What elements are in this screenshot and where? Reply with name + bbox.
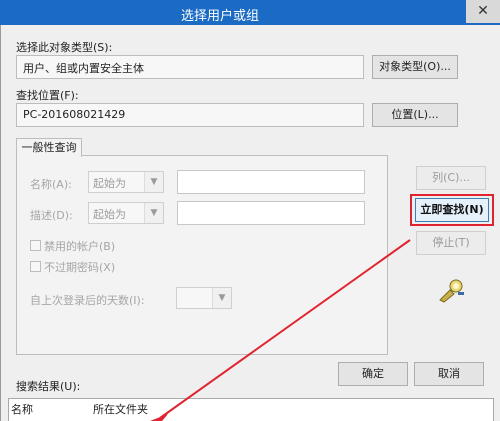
disabled-accounts-checkbox[interactable]	[30, 240, 41, 251]
cancel-button[interactable]: 取消	[414, 362, 484, 386]
close-icon: ✕	[477, 3, 489, 19]
days-since-login-label: 自上次登录后的天数(I):	[30, 294, 145, 307]
description-input[interactable]	[177, 201, 365, 225]
chevron-down-icon: ▼	[144, 203, 163, 223]
locations-button[interactable]: 位置(L)...	[372, 103, 458, 127]
chevron-down-icon: ▼	[144, 172, 163, 192]
location-field: PC-201608021429	[16, 103, 364, 127]
name-label: 名称(A):	[30, 178, 72, 191]
object-type-label: 选择此对象类型(S):	[16, 41, 113, 54]
name-input[interactable]	[177, 170, 365, 194]
object-type-field: 用户、组或内置安全主体	[16, 55, 364, 79]
search-people-icon	[436, 278, 466, 304]
location-label: 查找位置(F):	[16, 89, 79, 102]
ok-button[interactable]: 确定	[338, 362, 408, 386]
name-mode-select[interactable]: 起始为 ▼	[88, 171, 164, 193]
description-mode-value: 起始为	[93, 208, 126, 221]
object-types-button[interactable]: 对象类型(O)...	[372, 55, 458, 79]
window-title: 选择用户或组	[180, 9, 259, 24]
columns-button[interactable]: 列(C)...	[416, 166, 486, 190]
search-results-table[interactable]: 名称 所在文件夹	[8, 398, 494, 421]
stop-button[interactable]: 停止(T)	[416, 231, 486, 255]
disabled-accounts-label: 禁用的帐户(B)	[44, 240, 116, 253]
column-header-name[interactable]: 名称	[11, 401, 33, 417]
find-now-button[interactable]: 立即查找(N)	[415, 198, 489, 222]
non-expiring-password-label: 不过期密码(X)	[44, 261, 116, 274]
non-expiring-password-checkbox[interactable]	[30, 261, 41, 272]
days-since-login-select[interactable]: ▼	[176, 287, 232, 309]
chevron-down-icon: ▼	[212, 288, 231, 308]
close-button[interactable]: ✕	[466, 0, 500, 23]
description-mode-select[interactable]: 起始为 ▼	[88, 202, 164, 224]
tab-common-queries[interactable]: 一般性查询	[16, 138, 82, 157]
title-bar: 选择用户或组 ✕	[0, 0, 500, 25]
column-header-folder[interactable]: 所在文件夹	[93, 401, 148, 417]
search-results-label: 搜索结果(U):	[16, 380, 81, 393]
description-label: 描述(D):	[30, 209, 73, 222]
name-mode-value: 起始为	[93, 177, 126, 190]
